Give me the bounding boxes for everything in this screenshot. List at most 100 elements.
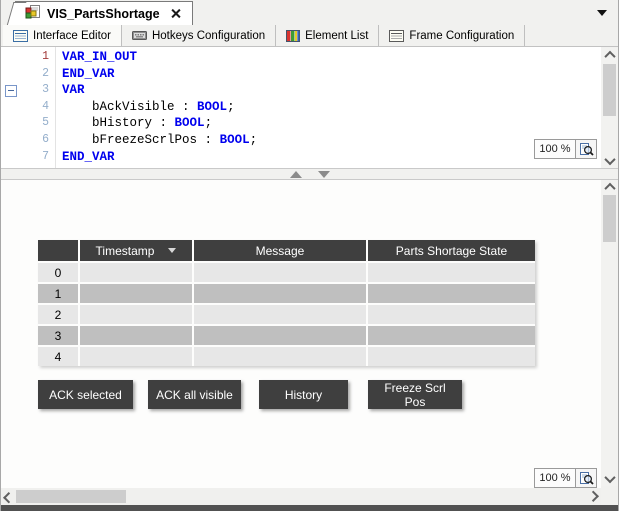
row-number-cell[interactable]: 0 xyxy=(38,263,78,282)
line-number: 5 xyxy=(42,116,49,130)
table-header-message[interactable]: Message xyxy=(194,240,366,261)
code-line[interactable]: 4 bAckVisible : BOOL; xyxy=(1,99,601,116)
row-number-cell[interactable]: 3 xyxy=(38,326,78,345)
table-cell[interactable] xyxy=(80,326,192,345)
table-body: 0 1 2 3 4 xyxy=(38,263,535,366)
line-number: 3 xyxy=(42,83,49,97)
scroll-right-icon[interactable] xyxy=(587,488,601,505)
table-cell[interactable] xyxy=(194,284,366,303)
table-cell[interactable] xyxy=(80,284,192,303)
code-text: VAR xyxy=(62,83,85,98)
keyboard-icon xyxy=(131,30,147,41)
editor-vertical-scrollbar[interactable] xyxy=(601,48,618,168)
tab-label: Hotkeys Configuration xyxy=(151,29,266,42)
scroll-down-icon[interactable] xyxy=(601,471,618,486)
code-line[interactable]: 7 END_VAR xyxy=(1,149,601,166)
ack-all-visible-button[interactable]: ACK all visible xyxy=(148,380,241,409)
table-row[interactable]: 1 xyxy=(38,284,535,303)
row-number-cell[interactable]: 2 xyxy=(38,305,78,324)
form-editor-icon xyxy=(13,29,28,42)
tab-label: Frame Configuration xyxy=(409,29,515,42)
line-number: 7 xyxy=(42,149,49,163)
scrollbar-corner xyxy=(601,488,618,505)
table-header-row: Timestamp Message Parts Shortage State xyxy=(38,240,535,261)
code-line[interactable]: 2 END_VAR xyxy=(1,66,601,83)
scrollbar-thumb[interactable] xyxy=(16,490,126,503)
table-cell[interactable] xyxy=(368,305,535,324)
code-line[interactable]: 6 bFreezeScrlPos : BOOL; xyxy=(1,132,601,149)
code-line[interactable]: 3 VAR xyxy=(1,82,601,99)
table-cell[interactable] xyxy=(368,263,535,282)
code-fold-icon[interactable] xyxy=(5,85,17,97)
table-cell[interactable] xyxy=(80,305,192,324)
table-cell[interactable] xyxy=(194,347,366,366)
document-tab-vis-partsshortage[interactable]: VIS_PartsShortage xyxy=(15,1,193,25)
table-cell[interactable] xyxy=(194,326,366,345)
table-row[interactable]: 2 xyxy=(38,305,535,324)
visualization-canvas[interactable]: Timestamp Message Parts Shortage State 0… xyxy=(1,180,601,488)
code-line[interactable]: 5 bHistory : BOOL; xyxy=(1,115,601,132)
viz-vertical-scrollbar[interactable] xyxy=(601,180,618,486)
tab-label: Element List xyxy=(305,29,369,42)
tab-interface-editor[interactable]: Interface Editor xyxy=(3,25,122,46)
viz-horizontal-scrollbar[interactable] xyxy=(1,488,601,505)
scroll-down-icon[interactable] xyxy=(601,153,618,168)
table-cell[interactable] xyxy=(368,284,535,303)
freeze-scrl-pos-button[interactable]: Freeze Scrl Pos xyxy=(368,380,462,409)
table-cell[interactable] xyxy=(368,347,535,366)
editor-sub-tabs: Interface Editor Hotkeys Configuration E… xyxy=(1,25,618,47)
document-tab-title: VIS_PartsShortage xyxy=(47,6,160,21)
scrollbar-thumb[interactable] xyxy=(603,195,616,242)
editor-magnifier-button[interactable] xyxy=(576,139,597,159)
table-cell[interactable] xyxy=(194,263,366,282)
table-header-parts-shortage-state[interactable]: Parts Shortage State xyxy=(368,240,535,261)
tab-label: Interface Editor xyxy=(33,29,111,42)
history-button[interactable]: History xyxy=(259,380,348,409)
scroll-up-icon[interactable] xyxy=(601,48,618,63)
collapse-up-icon[interactable] xyxy=(289,170,302,178)
code-text: END_VAR xyxy=(62,66,115,81)
close-tab-icon[interactable] xyxy=(171,9,180,18)
frame-icon xyxy=(389,29,405,42)
tab-element-list[interactable]: Element List xyxy=(276,25,380,46)
line-number: 6 xyxy=(42,132,49,146)
line-number: 2 xyxy=(42,66,49,80)
collapse-down-icon[interactable] xyxy=(317,170,330,178)
line-number: 1 xyxy=(42,50,49,63)
scroll-left-icon[interactable] xyxy=(1,488,15,505)
code-text: bAckVisible : BOOL; xyxy=(92,99,235,114)
visualization-file-icon xyxy=(25,4,41,24)
code-text: VAR_IN_OUT xyxy=(62,50,138,64)
row-number-cell[interactable]: 4 xyxy=(38,347,78,366)
tab-hotkeys-configuration[interactable]: Hotkeys Configuration xyxy=(122,25,277,46)
table-cell[interactable] xyxy=(80,347,192,366)
code-line[interactable]: 1 VAR_IN_OUT xyxy=(1,49,601,66)
code-text: END_VAR xyxy=(62,149,115,164)
document-tab-bar: VIS_PartsShortage xyxy=(1,0,618,25)
editor-zoom-level[interactable]: 100 % xyxy=(534,139,576,159)
code-text: bFreezeScrlPos : BOOL; xyxy=(92,132,258,147)
table-cell[interactable] xyxy=(80,263,192,282)
table-header-timestamp[interactable]: Timestamp xyxy=(80,240,192,261)
table-row[interactable]: 4 xyxy=(38,347,535,366)
viz-magnifier-button[interactable] xyxy=(576,468,597,488)
table-cell[interactable] xyxy=(368,326,535,345)
viz-zoom-level[interactable]: 100 % xyxy=(534,468,576,488)
tab-frame-configuration[interactable]: Frame Configuration xyxy=(379,25,526,46)
visualization-editor-window: VIS_PartsShortage Interface Editor Hotke… xyxy=(0,0,619,511)
code-text: bHistory : BOOL; xyxy=(92,116,213,131)
table-cell[interactable] xyxy=(194,305,366,324)
tab-list-dropdown-icon[interactable] xyxy=(597,10,607,16)
table-header-corner[interactable] xyxy=(38,240,78,261)
scroll-up-icon[interactable] xyxy=(601,180,618,195)
scrollbar-thumb[interactable] xyxy=(603,64,616,116)
declaration-editor[interactable]: 1 VAR_IN_OUT 2 END_VAR 3 VAR 4 bAckVisible : B… xyxy=(1,47,601,168)
table-row[interactable]: 0 xyxy=(38,263,535,282)
row-number-cell[interactable]: 1 xyxy=(38,284,78,303)
window-bottom-edge xyxy=(1,505,618,511)
code-lines[interactable]: 1 VAR_IN_OUT 2 END_VAR 3 VAR 4 bAckVisible : B… xyxy=(1,49,601,165)
table-row[interactable]: 3 xyxy=(38,326,535,345)
ack-selected-button[interactable]: ACK selected xyxy=(38,380,133,409)
alarm-table: Timestamp Message Parts Shortage State 0… xyxy=(38,240,535,366)
panel-splitter[interactable] xyxy=(1,168,618,180)
